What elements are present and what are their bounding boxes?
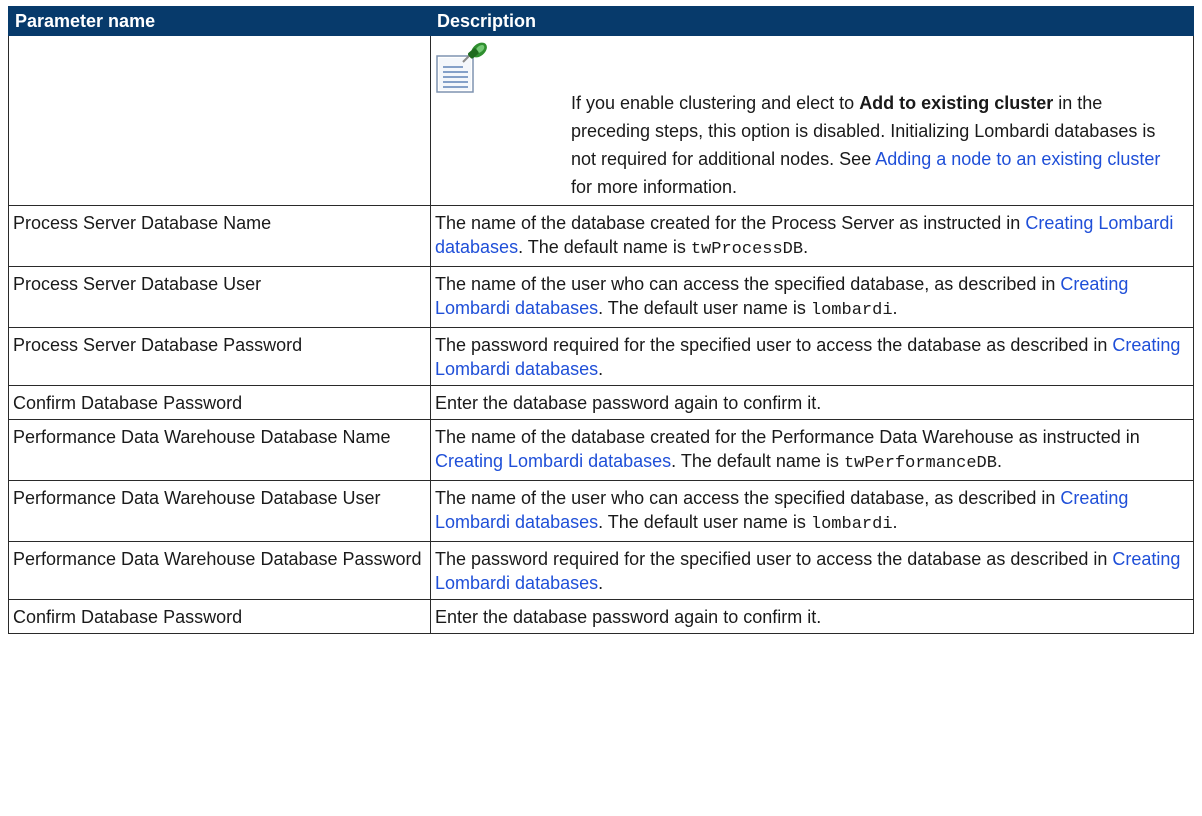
description-text: The name of the user who can access the … xyxy=(435,274,1061,294)
note-name-cell xyxy=(8,35,431,206)
column-header-description: Description xyxy=(430,6,1194,36)
parameter-description-cell: The name of the user who can access the … xyxy=(430,480,1194,542)
parameter-name-cell: Process Server Database User xyxy=(8,266,431,328)
note-text: If you enable clustering and elect to Ad… xyxy=(571,89,1171,201)
table-row: Confirm Database Password Enter the datab… xyxy=(8,385,1194,420)
parameter-name-cell: Process Server Database Name xyxy=(8,205,431,267)
default-value-code: lombardi xyxy=(810,301,893,320)
parameter-description-cell: The name of the database created for the… xyxy=(430,419,1194,481)
parameter-name-cell: Confirm Database Password xyxy=(8,385,431,420)
description-text: The name of the database created for the… xyxy=(435,427,1140,447)
description-text: . xyxy=(892,298,898,318)
parameter-name-cell: Confirm Database Password xyxy=(8,599,431,634)
parameter-description-cell: The password required for the specified … xyxy=(430,327,1194,386)
parameter-name-cell: Performance Data Warehouse Database User xyxy=(8,480,431,542)
parameter-description-cell: The name of the user who can access the … xyxy=(430,266,1194,328)
note-box: If you enable clustering and elect to Ad… xyxy=(431,36,1193,205)
description-text: The name of the database created for the… xyxy=(435,213,1026,233)
description-text: . The default user name is xyxy=(598,512,811,532)
table-row: Performance Data Warehouse Database User… xyxy=(8,480,1194,542)
description-text: . xyxy=(598,359,604,379)
description-text: . xyxy=(803,237,809,257)
default-value-code: twProcessDB xyxy=(690,240,804,259)
table-row: Process Server Database Password The pass… xyxy=(8,327,1194,386)
parameter-description-cell: The password required for the specified … xyxy=(430,541,1194,600)
description-text: . xyxy=(892,512,898,532)
column-header-parameter-name: Parameter name xyxy=(8,6,431,36)
table-row: Performance Data Warehouse Database Pass… xyxy=(8,541,1194,600)
note-pin-icon xyxy=(436,42,487,93)
parameter-name-cell: Performance Data Warehouse Database Name xyxy=(8,419,431,481)
description-text: The password required for the specified … xyxy=(435,335,1113,355)
description-text: . The default name is xyxy=(671,451,844,471)
description-text: . xyxy=(996,451,1002,471)
description-text: Enter the database password again to con… xyxy=(435,607,822,627)
description-text: . xyxy=(598,573,604,593)
parameter-name-cell: Process Server Database Password xyxy=(8,327,431,386)
description-text: The name of the user who can access the … xyxy=(435,488,1061,508)
note-row: If you enable clustering and elect to Ad… xyxy=(8,35,1194,206)
link-creating-lombardi-databases[interactable]: Creating Lombardi databases xyxy=(435,451,671,471)
description-text: Enter the database password again to con… xyxy=(435,393,822,413)
description-text: . The default name is xyxy=(518,237,691,257)
default-value-code: twPerformanceDB xyxy=(843,454,997,473)
parameter-description-cell: Enter the database password again to con… xyxy=(430,599,1194,634)
table-header-row: Parameter name Description xyxy=(8,6,1194,36)
table-row: Performance Data Warehouse Database Name… xyxy=(8,419,1194,481)
description-text: The password required for the specified … xyxy=(435,549,1113,569)
table-row: Process Server Database User The name of … xyxy=(8,266,1194,328)
note-description-cell: If you enable clustering and elect to Ad… xyxy=(430,35,1194,206)
description-text: . The default user name is xyxy=(598,298,811,318)
note-text-post: for more information. xyxy=(571,177,738,197)
note-text-pre: If you enable clustering and elect to xyxy=(571,93,860,113)
note-bold-option: Add to existing cluster xyxy=(859,93,1054,113)
parameter-description-cell: Enter the database password again to con… xyxy=(430,385,1194,420)
parameter-description-cell: The name of the database created for the… xyxy=(430,205,1194,267)
note-link-add-node[interactable]: Adding a node to an existing cluster xyxy=(875,149,1160,169)
parameter-table: Parameter name Description If you enable… xyxy=(8,6,1194,634)
table-row: Confirm Database Password Enter the datab… xyxy=(8,599,1194,634)
table-row: Process Server Database Name The name of … xyxy=(8,205,1194,267)
default-value-code: lombardi xyxy=(810,515,893,534)
parameter-name-cell: Performance Data Warehouse Database Pass… xyxy=(8,541,431,600)
